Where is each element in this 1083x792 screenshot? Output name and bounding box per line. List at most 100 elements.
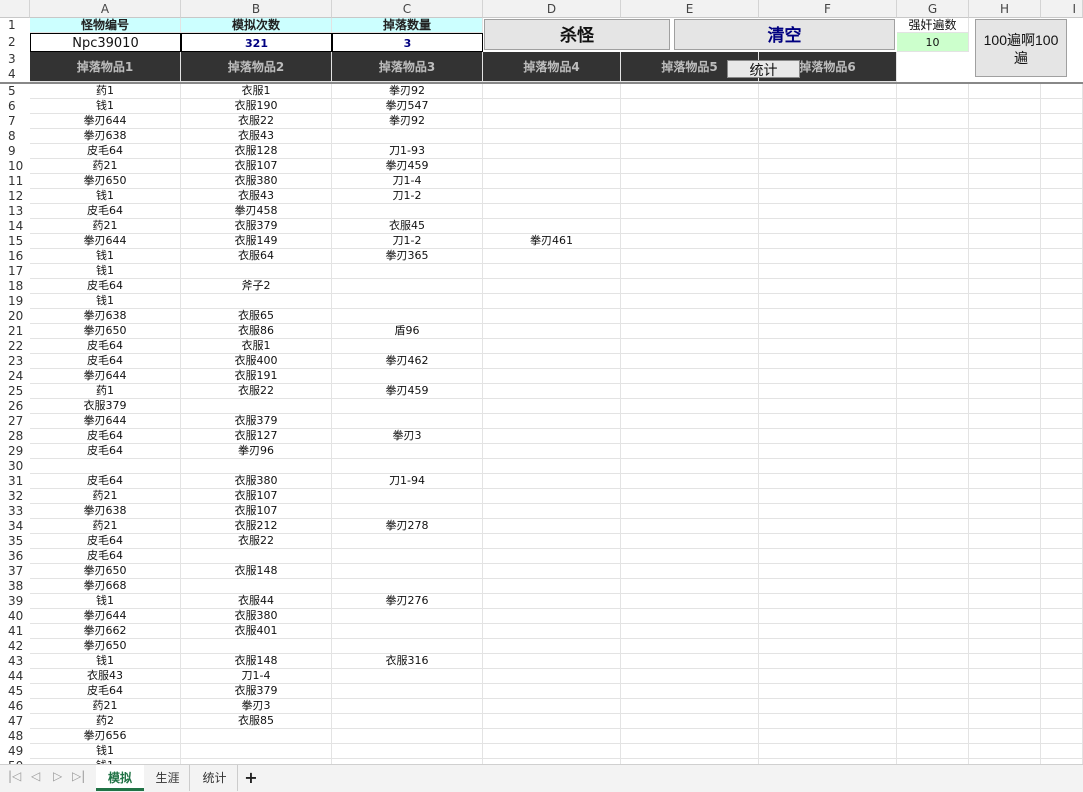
drop-cell[interactable]: 拳刃638 [30, 309, 181, 324]
row-header[interactable]: 15 [0, 234, 30, 249]
row-header[interactable]: 23 [0, 354, 30, 369]
empty-cell[interactable] [969, 729, 1041, 744]
drop-cell[interactable] [483, 594, 621, 609]
drop-cell[interactable]: 拳刃3 [332, 429, 483, 444]
drop-cell[interactable]: 衣服190 [181, 99, 332, 114]
drop-cell[interactable] [483, 534, 621, 549]
drop-cell[interactable] [332, 414, 483, 429]
drop-cell[interactable]: 衣服22 [181, 534, 332, 549]
empty-cell[interactable] [621, 294, 759, 309]
empty-cell[interactable] [1041, 279, 1083, 294]
row-header[interactable]: 26 [0, 399, 30, 414]
drop-cell[interactable]: 衣服107 [181, 489, 332, 504]
empty-cell[interactable] [969, 744, 1041, 759]
empty-cell[interactable] [897, 354, 969, 369]
empty-cell[interactable] [759, 384, 897, 399]
drop-cell[interactable]: 皮毛64 [30, 684, 181, 699]
empty-cell[interactable] [1041, 399, 1083, 414]
drop-cell[interactable]: 刀1-2 [332, 234, 483, 249]
empty-cell[interactable] [759, 324, 897, 339]
empty-cell[interactable] [621, 354, 759, 369]
empty-cell[interactable] [1041, 234, 1083, 249]
drop-cell[interactable]: 衣服380 [181, 174, 332, 189]
empty-cell[interactable] [1041, 534, 1083, 549]
drop-cell[interactable]: 衣服127 [181, 429, 332, 444]
empty-cell[interactable] [759, 639, 897, 654]
drop-cell[interactable]: 衣服64 [181, 249, 332, 264]
empty-cell[interactable] [897, 294, 969, 309]
empty-cell[interactable] [969, 594, 1041, 609]
empty-cell[interactable] [759, 729, 897, 744]
sheet-tab-career[interactable]: 生涯 [146, 765, 190, 791]
drop-cell[interactable] [332, 204, 483, 219]
drop-cell[interactable]: 皮毛64 [30, 204, 181, 219]
drop-cell[interactable] [483, 564, 621, 579]
kill-monster-button[interactable]: 杀怪 [484, 19, 670, 50]
empty-cell[interactable] [969, 564, 1041, 579]
empty-cell[interactable] [621, 534, 759, 549]
drop-cell[interactable]: 拳刃662 [30, 624, 181, 639]
empty-cell[interactable] [1041, 144, 1083, 159]
drop-cell[interactable]: 拳刃276 [332, 594, 483, 609]
empty-cell[interactable] [759, 579, 897, 594]
empty-cell[interactable] [969, 114, 1041, 129]
empty-cell[interactable] [897, 249, 969, 264]
empty-cell[interactable] [759, 519, 897, 534]
drop-cell[interactable] [181, 579, 332, 594]
empty-cell[interactable] [759, 489, 897, 504]
empty-cell[interactable] [759, 744, 897, 759]
row-header[interactable]: 10 [0, 159, 30, 174]
drop-cell[interactable]: 衣服43 [181, 189, 332, 204]
drop-cell[interactable]: 拳刃92 [332, 114, 483, 129]
empty-cell[interactable] [759, 279, 897, 294]
drop-cell[interactable]: 衣服107 [181, 159, 332, 174]
empty-cell[interactable] [759, 564, 897, 579]
drop-cell[interactable]: 皮毛64 [30, 144, 181, 159]
empty-cell[interactable] [621, 219, 759, 234]
drop-cell[interactable]: 衣服45 [332, 219, 483, 234]
empty-cell[interactable] [759, 354, 897, 369]
empty-cell[interactable] [759, 249, 897, 264]
column-header-e[interactable]: E [621, 0, 759, 18]
drop-cell[interactable] [332, 399, 483, 414]
empty-cell[interactable] [897, 669, 969, 684]
empty-cell[interactable] [897, 519, 969, 534]
drop-cell[interactable]: 拳刃461 [483, 234, 621, 249]
row-header[interactable]: 25 [0, 384, 30, 399]
empty-cell[interactable] [1041, 564, 1083, 579]
drop-cell[interactable]: 盾96 [332, 324, 483, 339]
empty-cell[interactable] [969, 459, 1041, 474]
drop-cell[interactable]: 衣服148 [181, 654, 332, 669]
drop-cell[interactable]: 衣服380 [181, 474, 332, 489]
row-header[interactable]: 39 [0, 594, 30, 609]
empty-cell[interactable] [759, 624, 897, 639]
drop-cell[interactable]: 衣服400 [181, 354, 332, 369]
empty-cell[interactable] [621, 339, 759, 354]
row-header[interactable]: 12 [0, 189, 30, 204]
empty-cell[interactable] [969, 129, 1041, 144]
empty-cell[interactable] [1041, 204, 1083, 219]
empty-cell[interactable] [621, 264, 759, 279]
drop-cell[interactable] [483, 264, 621, 279]
empty-cell[interactable] [969, 99, 1041, 114]
empty-cell[interactable] [1041, 159, 1083, 174]
drop-cell[interactable]: 拳刃365 [332, 249, 483, 264]
empty-cell[interactable] [897, 114, 969, 129]
empty-cell[interactable] [1041, 444, 1083, 459]
empty-cell[interactable] [969, 384, 1041, 399]
row-header[interactable]: 1 [0, 18, 30, 33]
column-header-i[interactable]: I [1041, 0, 1083, 18]
drop-cell[interactable] [483, 384, 621, 399]
empty-cell[interactable] [759, 429, 897, 444]
empty-cell[interactable] [1041, 84, 1083, 99]
drop-cell[interactable]: 药1 [30, 84, 181, 99]
empty-cell[interactable] [759, 264, 897, 279]
empty-cell[interactable] [759, 534, 897, 549]
empty-cell[interactable] [897, 219, 969, 234]
empty-cell[interactable] [897, 639, 969, 654]
drop-cell[interactable] [483, 144, 621, 159]
row-header[interactable]: 48 [0, 729, 30, 744]
drop-cell[interactable] [181, 549, 332, 564]
header-drop-count[interactable]: 掉落数量 [332, 18, 483, 33]
empty-cell[interactable] [897, 129, 969, 144]
